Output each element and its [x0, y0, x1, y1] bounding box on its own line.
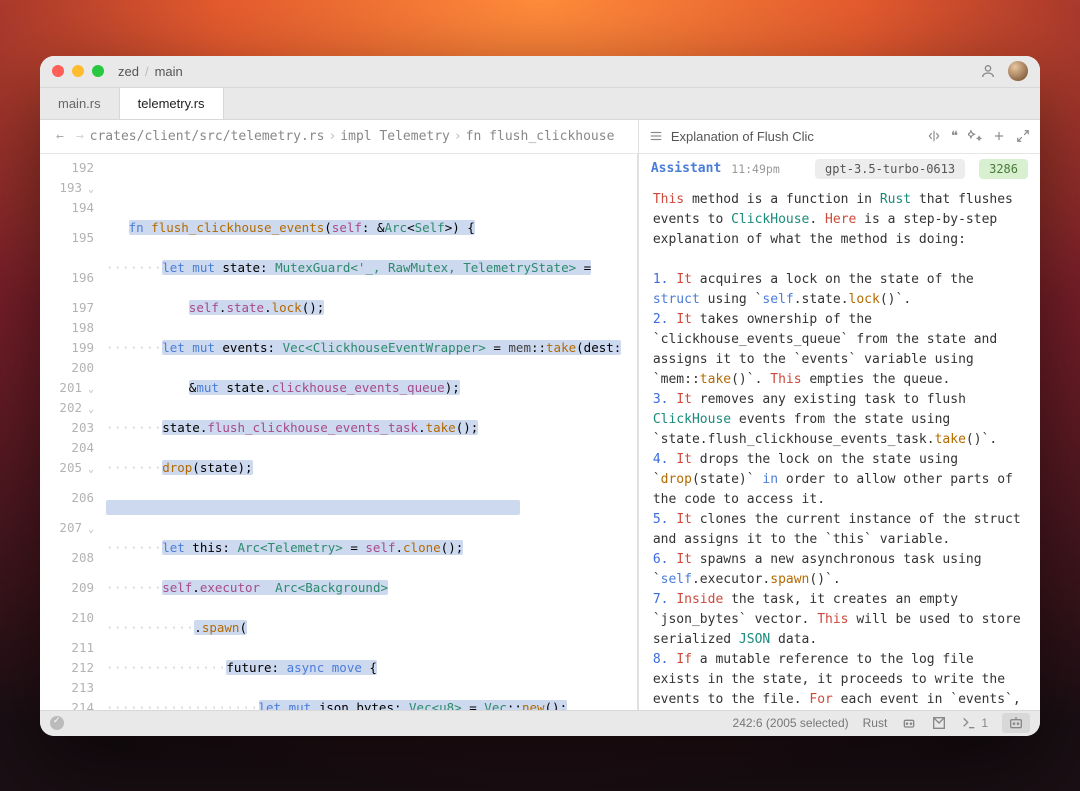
plus-icon[interactable]	[992, 129, 1006, 143]
main-split: ← → crates/client/src/telemetry.rs › imp…	[40, 120, 1040, 710]
feedback-icon[interactable]	[931, 715, 947, 731]
assistant-status-icon[interactable]	[1002, 713, 1030, 733]
nav-back-button[interactable]: ←	[50, 129, 70, 144]
avatar[interactable]	[1008, 61, 1028, 81]
app-window: zed / main main.rs telemetry.rs ← → crat…	[40, 56, 1040, 736]
message-time: 11:49pm	[731, 162, 779, 176]
user-icon[interactable]	[980, 63, 996, 79]
titlebar: zed / main	[40, 56, 1040, 88]
tabbar: main.rs telemetry.rs	[40, 88, 1040, 120]
diagnostics-ok-icon[interactable]	[50, 716, 64, 730]
breadcrumb-fn[interactable]: fn flush_clickhouse	[466, 129, 615, 144]
maximize-icon[interactable]	[1016, 129, 1030, 143]
panel-body[interactable]: This method is a function in Rust that f…	[639, 184, 1040, 710]
editor-pane: ← → crates/client/src/telemetry.rs › imp…	[40, 120, 639, 710]
gutter: 192 193⌄ 194 195 196 197 198 199 200 201…	[40, 154, 102, 710]
branch-name[interactable]: main	[155, 64, 183, 79]
tab-telemetry-rs[interactable]: telemetry.rs	[120, 88, 224, 119]
token-pill: 3286	[979, 159, 1028, 179]
magic-icon[interactable]	[968, 129, 982, 143]
breadcrumb-separator: /	[145, 64, 149, 79]
statusbar: 242:6 (2005 selected) Rust 1	[40, 710, 1040, 736]
file-path[interactable]: crates/client/src/telemetry.rs	[90, 129, 325, 144]
panel-header: Explanation of Flush Clic ❝	[639, 120, 1040, 154]
editor[interactable]: 192 193⌄ 194 195 196 197 198 199 200 201…	[40, 154, 638, 710]
copilot-icon[interactable]	[901, 715, 917, 731]
app-name: zed	[118, 64, 139, 79]
code-area[interactable]: fn flush_clickhouse_events(self: &Arc<Se…	[102, 154, 637, 710]
language-mode[interactable]: Rust	[863, 716, 888, 730]
breadcrumb-toolbar: ← → crates/client/src/telemetry.rs › imp…	[40, 120, 638, 154]
breadcrumb-impl[interactable]: impl Telemetry	[340, 129, 450, 144]
role-label[interactable]: Assistant	[651, 161, 721, 176]
nav-forward-button[interactable]: →	[70, 129, 90, 144]
terminal-icon[interactable]: 1	[961, 715, 988, 731]
hamburger-icon[interactable]	[649, 129, 663, 143]
quote-icon[interactable]: ❝	[951, 128, 958, 144]
traffic-lights	[52, 65, 104, 77]
panel-title: Explanation of Flush Clic	[671, 129, 814, 144]
tab-main-rs[interactable]: main.rs	[40, 88, 120, 119]
close-window-button[interactable]	[52, 65, 64, 77]
cursor-position[interactable]: 242:6 (2005 selected)	[733, 716, 849, 730]
minimize-window-button[interactable]	[72, 65, 84, 77]
assistant-panel: Explanation of Flush Clic ❝ Assistant	[639, 120, 1040, 710]
model-pill[interactable]: gpt-3.5-turbo-0613	[815, 159, 965, 179]
zoom-window-button[interactable]	[92, 65, 104, 77]
panel-meta: Assistant 11:49pm gpt-3.5-turbo-0613 328…	[639, 154, 1040, 184]
split-icon[interactable]	[927, 129, 941, 143]
